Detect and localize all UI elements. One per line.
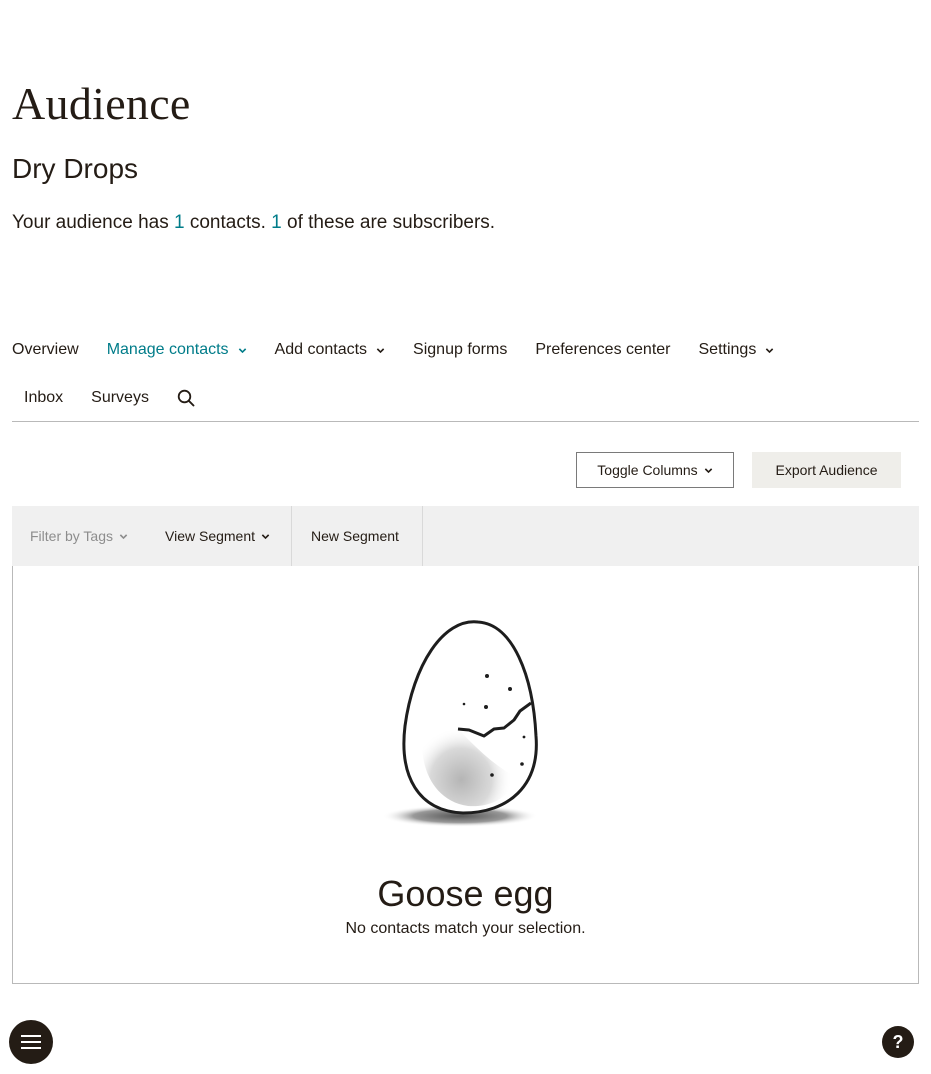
toggle-columns-label: Toggle Columns xyxy=(597,462,698,478)
nav-inbox-label: Inbox xyxy=(24,389,64,406)
nav-manage-contacts-label: Manage contacts xyxy=(106,341,229,358)
search-icon[interactable] xyxy=(177,389,195,407)
empty-state-panel: Goose egg No contacts match your selecti… xyxy=(12,566,919,984)
empty-state-message: No contacts match your selection. xyxy=(345,920,586,937)
nav-inbox[interactable]: Inbox xyxy=(24,389,63,407)
hamburger-menu-icon[interactable] xyxy=(9,1020,53,1064)
nav-divider xyxy=(12,421,919,422)
help-button[interactable]: ? xyxy=(882,1026,914,1058)
nav-manage-contacts[interactable]: Manage contacts xyxy=(107,341,247,359)
new-segment-label: New Segment xyxy=(311,528,399,544)
nav-overview[interactable]: Overview xyxy=(12,341,79,359)
filter-by-tags-dropdown[interactable]: Filter by Tags xyxy=(12,506,148,566)
toggle-columns-button[interactable]: Toggle Columns xyxy=(576,452,734,488)
chevron-down-icon xyxy=(704,466,713,475)
filter-by-tags-label: Filter by Tags xyxy=(30,528,113,544)
nav-preferences-center[interactable]: Preferences center xyxy=(535,341,670,359)
contacts-count[interactable]: 1 xyxy=(174,212,185,233)
summary-suffix: of these are subscribers. xyxy=(281,212,496,233)
page-title: Audience xyxy=(12,78,191,129)
nav-row-2: Inbox Surveys xyxy=(24,378,195,418)
summary-middle: contacts. xyxy=(184,212,272,233)
chevron-down-icon xyxy=(765,346,774,355)
view-segment-dropdown[interactable]: View Segment xyxy=(148,506,292,566)
nav-surveys[interactable]: Surveys xyxy=(91,389,149,407)
subscribers-count[interactable]: 1 xyxy=(271,212,282,233)
help-icon: ? xyxy=(892,1031,904,1052)
empty-state-title: Goose egg xyxy=(377,873,554,914)
nav-preferences-center-label: Preferences center xyxy=(535,341,671,358)
nav-add-contacts-label: Add contacts xyxy=(274,341,368,358)
segment-filter-bar: Filter by Tags View Segment New Segment xyxy=(12,506,919,566)
summary-prefix: Your audience has xyxy=(12,212,174,233)
cracked-egg-illustration xyxy=(382,620,538,827)
nav-signup-forms[interactable]: Signup forms xyxy=(413,341,507,359)
nav-settings-label: Settings xyxy=(698,341,757,358)
nav-row-1: Overview Manage contacts Add contacts Si… xyxy=(12,330,802,370)
nav-settings[interactable]: Settings xyxy=(699,341,775,359)
chevron-down-icon xyxy=(376,346,385,355)
audience-summary: Your audience has 1 contacts. 1 of these… xyxy=(12,210,495,236)
nav-surveys-label: Surveys xyxy=(91,389,149,406)
audience-name: Dry Drops xyxy=(12,153,139,184)
nav-add-contacts[interactable]: Add contacts xyxy=(275,341,386,359)
export-audience-label: Export Audience xyxy=(775,462,878,478)
chevron-down-icon xyxy=(238,346,247,355)
export-audience-button[interactable]: Export Audience xyxy=(752,452,901,488)
chevron-down-icon xyxy=(119,532,128,541)
new-segment-button[interactable]: New Segment xyxy=(292,506,423,566)
nav-signup-forms-label: Signup forms xyxy=(413,341,508,358)
view-segment-label: View Segment xyxy=(165,528,256,544)
chevron-down-icon xyxy=(261,532,270,541)
nav-overview-label: Overview xyxy=(12,341,79,358)
